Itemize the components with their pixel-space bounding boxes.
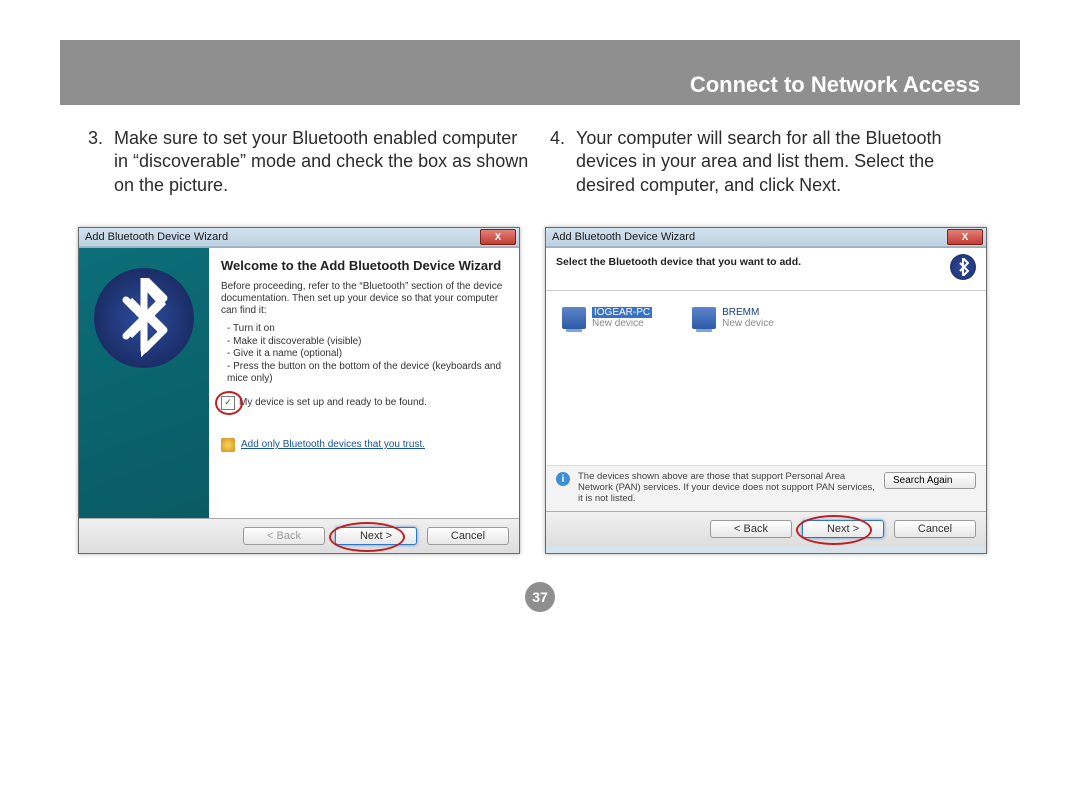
dialog-1-buttons: < Back Next > Cancel xyxy=(79,519,519,553)
instruction-col-right: 4. Your computer will search for all the… xyxy=(540,127,1002,197)
dialog-1-sidebar xyxy=(79,248,209,518)
computer-icon xyxy=(562,307,586,329)
dialog-2-titlebar: Add Bluetooth Device Wizard X xyxy=(546,228,986,247)
dialog-1: Add Bluetooth Device Wizard X Welcome to… xyxy=(78,227,520,554)
dialog-2-buttons: < Back Next > Cancel xyxy=(546,512,986,546)
step-3-number: 3. xyxy=(88,127,114,197)
bullet: Make it discoverable (visible) xyxy=(227,336,507,349)
device-sub: New device xyxy=(592,318,652,329)
ready-row: ✓ My device is set up and ready to be fo… xyxy=(221,396,507,410)
info-icon: i xyxy=(556,472,570,486)
checkbox-highlight: ✓ xyxy=(221,396,235,410)
step-4: 4. Your computer will search for all the… xyxy=(550,127,992,197)
step-4-number: 4. xyxy=(550,127,576,197)
device-name: BREMM xyxy=(722,307,774,318)
dialog-1-intro: Before proceeding, refer to the “Bluetoo… xyxy=(221,281,507,317)
trust-link[interactable]: Add only Bluetooth devices that you trus… xyxy=(241,439,425,450)
step-4-text: Your computer will search for all the Bl… xyxy=(576,127,992,197)
info-text: The devices shown above are those that s… xyxy=(578,472,876,505)
dialog-1-content: Welcome to the Add Bluetooth Device Wiza… xyxy=(209,248,519,518)
search-again-button[interactable]: Search Again xyxy=(884,472,976,489)
back-button[interactable]: < Back xyxy=(710,520,792,538)
cancel-button[interactable]: Cancel xyxy=(427,527,509,545)
back-button[interactable]: < Back xyxy=(243,527,325,545)
dialog-1-body: Welcome to the Add Bluetooth Device Wiza… xyxy=(79,247,519,519)
screenshots-row: Add Bluetooth Device Wizard X Welcome to… xyxy=(60,197,1020,554)
device-text: IOGEAR-PC New device xyxy=(592,307,652,329)
instruction-col-left: 3. Make sure to set your Bluetooth enabl… xyxy=(78,127,540,197)
red-circle-annotation xyxy=(796,515,872,545)
bullet: Press the button on the bottom of the de… xyxy=(227,361,507,386)
bluetooth-icon xyxy=(94,268,194,368)
bullet: Turn it on xyxy=(227,323,507,336)
device-list: IOGEAR-PC New device BREMM New device xyxy=(546,291,986,465)
shield-icon xyxy=(221,438,235,452)
instruction-columns: 3. Make sure to set your Bluetooth enabl… xyxy=(60,105,1020,197)
device-text: BREMM New device xyxy=(722,307,774,329)
dialog-1-titlebar: Add Bluetooth Device Wizard X xyxy=(79,228,519,247)
next-highlight: Next > xyxy=(802,520,884,538)
next-highlight: Next > xyxy=(335,527,417,545)
dialog-2-heading: Select the Bluetooth device that you wan… xyxy=(556,254,801,268)
cancel-button[interactable]: Cancel xyxy=(894,520,976,538)
trust-row: Add only Bluetooth devices that you trus… xyxy=(221,438,507,452)
step-3-text: Make sure to set your Bluetooth enabled … xyxy=(114,127,530,197)
dialog-1-bullets: Turn it on Make it discoverable (visible… xyxy=(221,323,507,386)
dialog-1-heading: Welcome to the Add Bluetooth Device Wiza… xyxy=(221,258,507,273)
page-title: Connect to Network Access xyxy=(690,72,980,98)
close-icon[interactable]: X xyxy=(947,229,983,245)
computer-icon xyxy=(692,307,716,329)
close-icon[interactable]: X xyxy=(480,229,516,245)
info-row: i The devices shown above are those that… xyxy=(546,465,986,512)
device-item[interactable]: IOGEAR-PC New device xyxy=(562,307,652,329)
step-3: 3. Make sure to set your Bluetooth enabl… xyxy=(88,127,530,197)
ready-label: My device is set up and ready to be foun… xyxy=(239,397,427,408)
dialog-2-title: Add Bluetooth Device Wizard xyxy=(552,231,695,243)
bluetooth-icon xyxy=(950,254,976,280)
red-circle-annotation xyxy=(215,391,243,415)
red-circle-annotation xyxy=(329,522,405,552)
header-bar: Connect to Network Access xyxy=(60,65,1020,105)
device-item[interactable]: BREMM New device xyxy=(692,307,774,329)
manual-page: Connect to Network Access 3. Make sure t… xyxy=(60,40,1020,612)
header-spacer xyxy=(60,40,1020,65)
device-sub: New device xyxy=(722,318,774,329)
bullet: Give it a name (optional) xyxy=(227,348,507,361)
dialog-2-header: Select the Bluetooth device that you wan… xyxy=(546,247,986,291)
dialog-1-title: Add Bluetooth Device Wizard xyxy=(85,231,228,243)
device-name: IOGEAR-PC xyxy=(592,307,652,318)
dialog-2: Add Bluetooth Device Wizard X Select the… xyxy=(545,227,987,554)
page-number: 37 xyxy=(525,582,555,612)
